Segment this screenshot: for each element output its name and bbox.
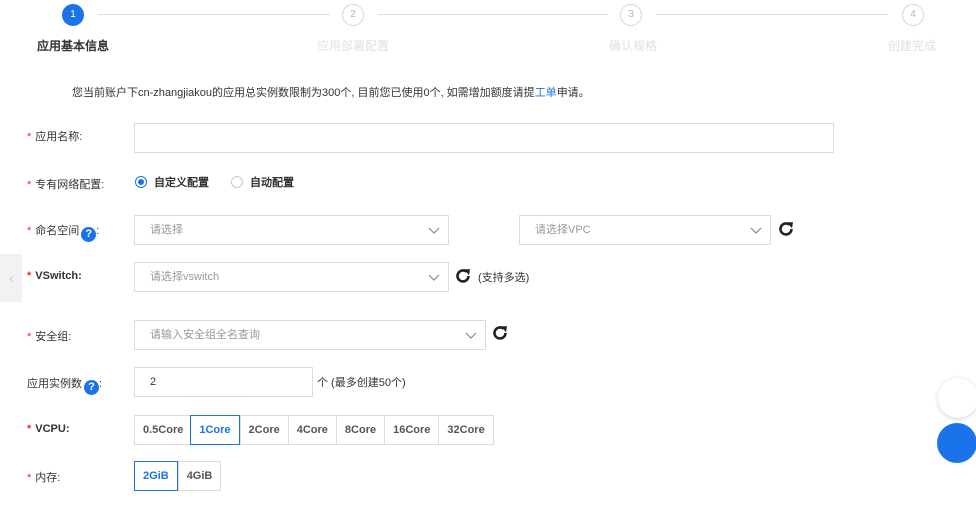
quota-notice-text: 您当前账户下cn-zhangjiakou的应用总实例数限制为300个, 目前您已… bbox=[72, 87, 535, 99]
vswitch-label: * VSwitch: bbox=[27, 270, 82, 282]
refresh-icon[interactable] bbox=[490, 323, 510, 343]
chevron-left-icon: ‹ bbox=[9, 270, 14, 286]
radio-custom-config[interactable]: 自定义配置 bbox=[135, 174, 209, 190]
vcpu-option-1core[interactable]: 1Core bbox=[190, 415, 240, 445]
radio-unselected-icon bbox=[231, 176, 243, 188]
namespace-select[interactable]: 请选择 bbox=[134, 215, 449, 245]
app-name-input[interactable] bbox=[134, 123, 834, 153]
vpc-config-label: * 专有网络配置: bbox=[27, 179, 105, 191]
chevron-down-icon bbox=[750, 227, 762, 234]
instances-hint: 个 (最多创建50个) bbox=[317, 377, 406, 389]
step-4-label: 创建完成 bbox=[888, 39, 937, 53]
vcpu-option-8core[interactable]: 8Core bbox=[335, 416, 385, 444]
refresh-icon[interactable] bbox=[776, 219, 796, 239]
radio-selected-icon bbox=[135, 176, 147, 188]
vpc-config-radio-group: 自定义配置 自动配置 bbox=[135, 174, 316, 190]
step-1-circle: 1 bbox=[62, 4, 84, 26]
security-group-select[interactable]: 请输入安全组全名查询 bbox=[134, 320, 486, 350]
namespace-label: * 命名空间?: bbox=[27, 225, 100, 242]
chevron-down-icon bbox=[428, 227, 440, 234]
quota-notice: 您当前账户下cn-zhangjiakou的应用总实例数限制为300个, 目前您已… bbox=[72, 84, 590, 100]
vcpu-option-16core[interactable]: 16Core bbox=[384, 416, 439, 444]
memory-options: 2GiB 4GiB bbox=[134, 461, 222, 491]
vswitch-select[interactable]: 请选择vswitch bbox=[134, 262, 449, 292]
memory-label: * 内存: bbox=[27, 472, 61, 484]
radio-auto-config[interactable]: 自动配置 bbox=[231, 174, 294, 190]
sidebar-collapse-handle[interactable]: ‹ bbox=[0, 254, 22, 302]
refresh-icon[interactable] bbox=[453, 266, 473, 286]
step-2-circle: 2 bbox=[342, 4, 364, 26]
step-connector bbox=[378, 14, 608, 15]
question-circle-icon[interactable]: ? bbox=[84, 380, 99, 395]
instances-label: 应用实例数?: bbox=[27, 378, 103, 395]
app-name-label: * 应用名称: bbox=[27, 131, 83, 143]
step-connector bbox=[656, 14, 888, 15]
instances-input[interactable]: 2 bbox=[134, 367, 313, 397]
step-1-label: 应用基本信息 bbox=[37, 39, 110, 53]
memory-option-4gib[interactable]: 4GiB bbox=[177, 462, 221, 490]
radio-custom-label: 自定义配置 bbox=[154, 177, 209, 189]
question-circle-icon[interactable]: ? bbox=[81, 227, 97, 242]
chevron-down-icon bbox=[465, 332, 477, 339]
vpc-placeholder: 请选择VPC bbox=[535, 224, 591, 236]
step-3-circle: 3 bbox=[620, 4, 642, 26]
quota-notice-suffix: 申请。 bbox=[556, 87, 590, 99]
vcpu-options: 0.5Core 1Core 2Core 4Core 8Core 16Core 3… bbox=[134, 415, 494, 445]
ticket-link[interactable]: 工单 bbox=[535, 87, 557, 99]
floating-help-button[interactable] bbox=[937, 423, 976, 463]
floating-action-button[interactable] bbox=[938, 378, 976, 418]
vpc-select[interactable]: 请选择VPC bbox=[519, 215, 771, 245]
namespace-placeholder: 请选择 bbox=[150, 224, 183, 236]
radio-auto-label: 自动配置 bbox=[250, 177, 294, 189]
step-connector bbox=[98, 14, 330, 15]
step-4-circle: 4 bbox=[902, 4, 924, 26]
vcpu-option-4core[interactable]: 4Core bbox=[287, 416, 336, 444]
vcpu-option-0-5core[interactable]: 0.5Core bbox=[135, 416, 192, 444]
vcpu-label: * VCPU: bbox=[27, 423, 70, 435]
memory-option-2gib[interactable]: 2GiB bbox=[134, 461, 178, 491]
vswitch-hint: (支持多选) bbox=[478, 272, 530, 284]
security-group-placeholder: 请输入安全组全名查询 bbox=[150, 329, 260, 341]
chevron-down-icon bbox=[428, 274, 440, 281]
step-3-label: 确认规格 bbox=[609, 39, 658, 53]
security-group-label: * 安全组: bbox=[27, 331, 72, 343]
vcpu-option-32core[interactable]: 32Core bbox=[438, 416, 493, 444]
vswitch-placeholder: 请选择vswitch bbox=[150, 271, 220, 283]
vcpu-option-2core[interactable]: 2Core bbox=[239, 416, 288, 444]
step-2-label: 应用部署配置 bbox=[317, 39, 390, 53]
